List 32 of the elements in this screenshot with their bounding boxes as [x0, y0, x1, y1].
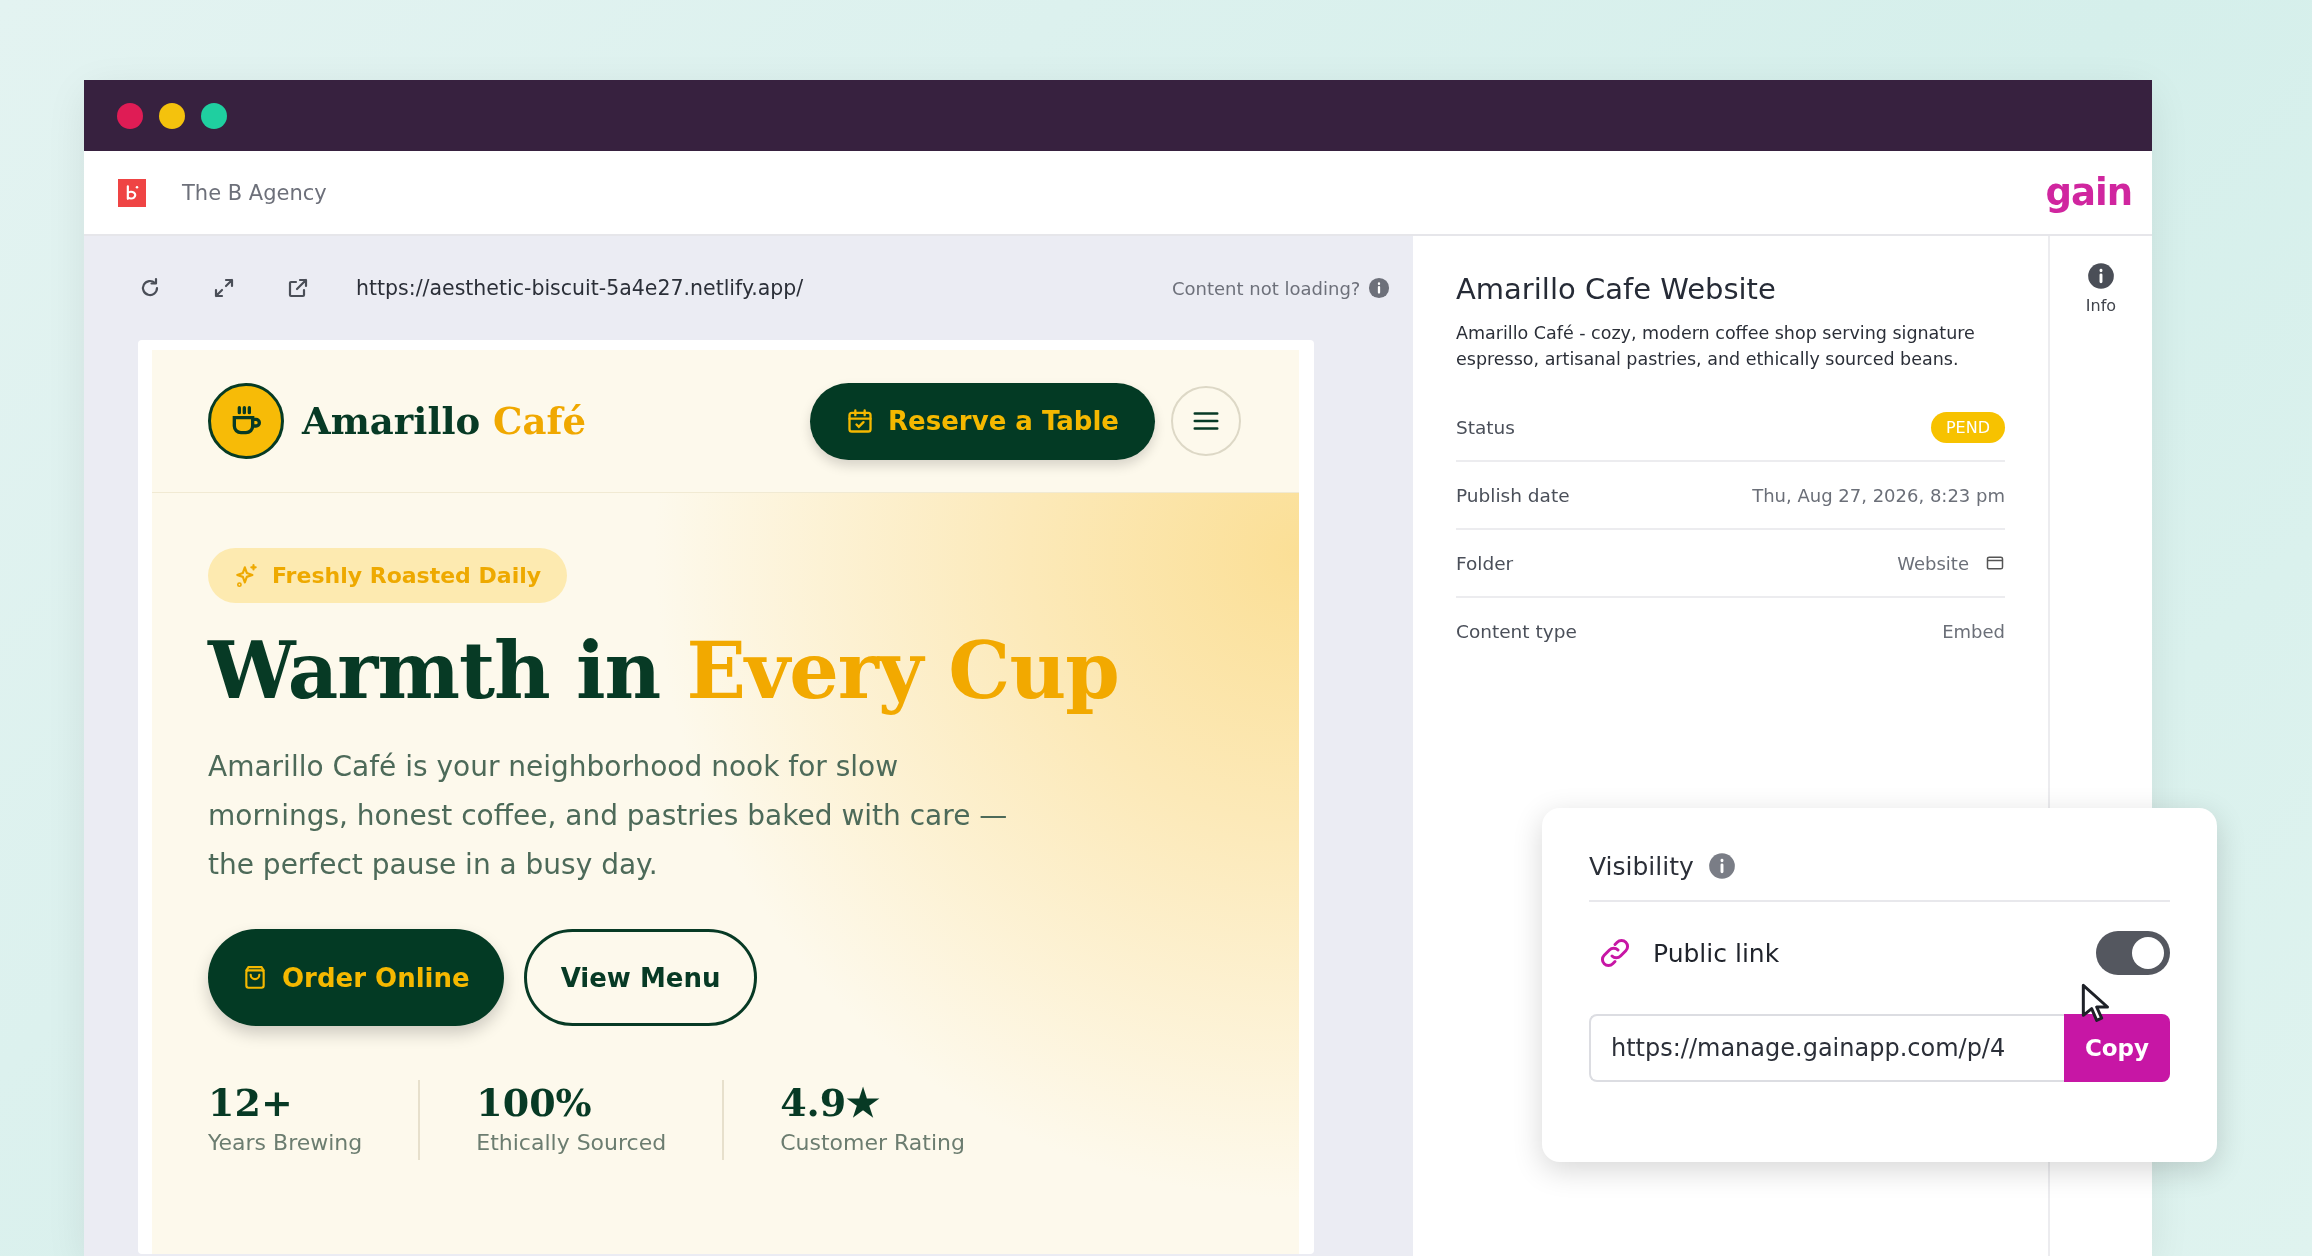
stat-value: 4.9★ — [780, 1080, 882, 1126]
tagline-badge: Freshly Roasted Daily — [208, 548, 568, 603]
panel-description: Amarillo Café - cozy, modern coffee shop serving signature espresso, artisanal pastries, and ethically sourced beans. — [1456, 322, 1976, 371]
preview-url: https://aesthetic-biscuit-5a4e27.netlify.app/ — [356, 276, 802, 300]
copy-button[interactable]: Copy — [2064, 1014, 2170, 1082]
reserve-table-button[interactable]: Reserve a Table — [810, 382, 1155, 460]
field-label: Content type — [1456, 620, 1577, 642]
workspace-name[interactable]: The B Agency — [182, 180, 2046, 205]
cafe-brand-name: Amarillo Café — [302, 399, 586, 443]
field-value: Thu, Aug 27, 2026, 8:23 pm — [1752, 484, 2005, 506]
status-badge: PEND — [1930, 411, 2005, 443]
help-link[interactable]: Content not loading? — [1172, 277, 1361, 299]
stat-value: 12+ — [208, 1080, 294, 1126]
public-link-label: Public link — [1653, 938, 1781, 968]
field-value: Embed — [1942, 620, 2005, 642]
stat-label: Ethically Sourced — [476, 1129, 667, 1157]
stat-label: Customer Rating — [780, 1129, 965, 1157]
section-title: Visibility — [1589, 851, 1694, 881]
hero-paragraph: Amarillo Café is your neighborhood nook for slow mornings, honest coffee, and pastries baked with care — the perfect pause in a busy day. — [208, 749, 1008, 883]
hero-headline: Warmth in Every Cup — [208, 625, 1120, 716]
stat-label: Years Brewing — [208, 1129, 363, 1157]
public-url-field[interactable]: https://manage.gainapp.com/p/4 — [1589, 1014, 2064, 1082]
view-menu-button[interactable]: View Menu — [523, 929, 758, 1026]
panel-title: Amarillo Cafe Website — [1456, 272, 1777, 306]
field-label: Publish date — [1456, 484, 1570, 506]
field-value: Website — [1897, 552, 1969, 574]
stat-value: 100% — [476, 1080, 593, 1126]
info-tab[interactable]: Info — [2085, 262, 2117, 315]
app-logo: gain — [2045, 171, 2132, 214]
field-label: Folder — [1456, 552, 1514, 574]
order-online-button[interactable]: Order Online — [208, 929, 504, 1026]
field-label: Status — [1456, 416, 1515, 438]
